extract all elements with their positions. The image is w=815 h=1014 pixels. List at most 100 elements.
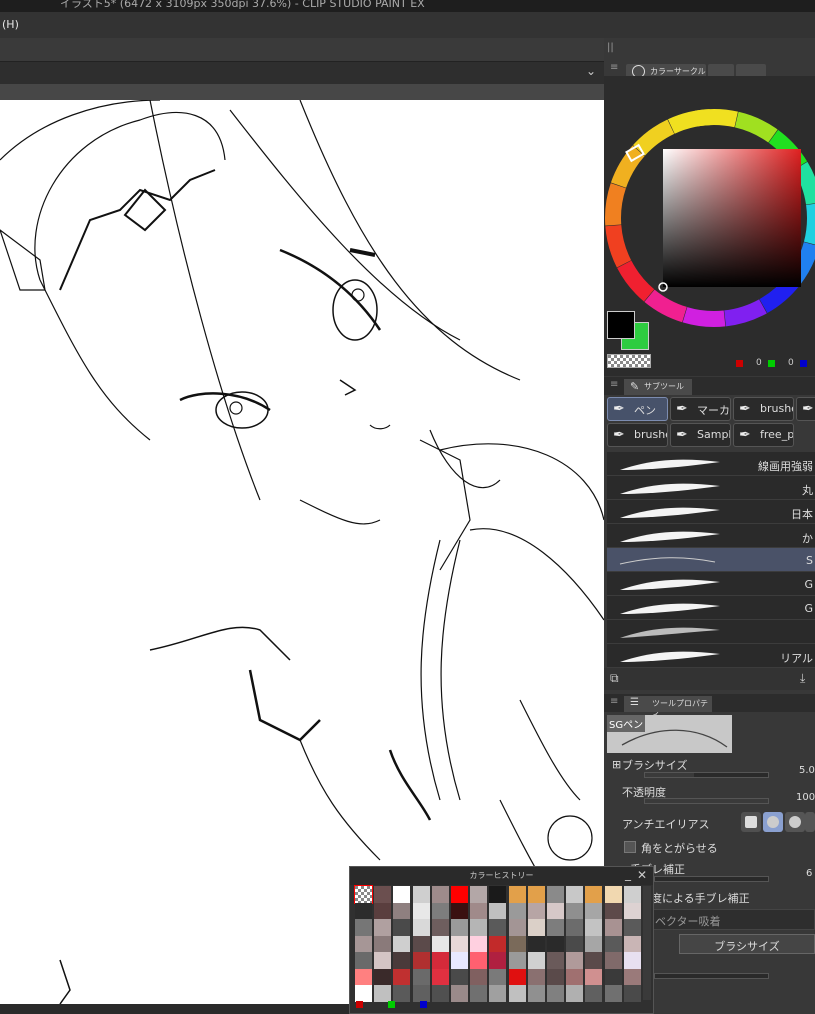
history-color-swatch[interactable] <box>470 935 488 953</box>
history-color-swatch[interactable] <box>489 902 507 920</box>
brush-list-item[interactable]: G <box>607 596 815 620</box>
history-color-swatch[interactable] <box>470 919 488 936</box>
history-color-swatch[interactable] <box>527 886 545 903</box>
brush-list-item[interactable]: 線画用強弱 <box>607 452 815 476</box>
subtool-button[interactable]: ✒ Sample <box>670 423 731 447</box>
history-color-swatch[interactable] <box>451 935 468 953</box>
subtool-button[interactable]: ✒ <box>796 397 815 421</box>
history-color-swatch[interactable] <box>412 902 430 920</box>
history-color-swatch[interactable] <box>412 886 430 903</box>
antialias-none-button[interactable] <box>741 812 761 832</box>
brush-size-slider[interactable] <box>644 772 769 778</box>
history-color-swatch[interactable] <box>508 968 526 986</box>
history-color-swatch[interactable] <box>604 902 622 920</box>
history-color-swatch[interactable] <box>508 902 526 920</box>
history-color-swatch[interactable] <box>566 902 584 920</box>
history-color-swatch[interactable] <box>374 919 392 936</box>
history-color-swatch[interactable] <box>547 902 564 920</box>
history-color-swatch[interactable] <box>604 886 622 903</box>
history-color-swatch[interactable] <box>547 919 564 936</box>
history-color-swatch[interactable] <box>623 985 641 1002</box>
history-color-swatch[interactable] <box>623 902 641 920</box>
brush-list-item[interactable]: G <box>607 572 815 596</box>
history-color-swatch[interactable] <box>355 968 372 986</box>
history-color-swatch[interactable] <box>508 886 526 903</box>
history-color-swatch[interactable] <box>585 919 603 936</box>
history-color-swatch[interactable] <box>604 919 622 936</box>
drag-handle-icon[interactable]: || <box>607 42 614 53</box>
history-color-swatch[interactable] <box>451 952 468 969</box>
history-color-swatch[interactable] <box>470 886 488 903</box>
plus-icon[interactable]: ⊞ <box>612 758 621 771</box>
history-color-swatch[interactable] <box>547 968 564 986</box>
vector-magnet-dropdown[interactable]: ベクター吸着 <box>650 909 815 930</box>
history-color-swatch[interactable] <box>508 985 526 1002</box>
history-color-swatch[interactable] <box>527 985 545 1002</box>
antialias-weak-button[interactable] <box>763 812 783 832</box>
history-color-swatch[interactable] <box>412 952 430 969</box>
history-color-swatch[interactable] <box>431 919 449 936</box>
sharpen-checkbox[interactable] <box>624 841 636 853</box>
brush-list-item[interactable]: 日本 <box>607 500 815 524</box>
panel-menu-icon[interactable]: ≡ <box>610 696 618 707</box>
history-color-swatch[interactable] <box>374 935 392 953</box>
history-color-swatch[interactable] <box>451 919 468 936</box>
history-color-swatch[interactable] <box>604 952 622 969</box>
history-color-swatch[interactable] <box>470 985 488 1002</box>
history-color-swatch[interactable] <box>355 985 372 1002</box>
history-color-swatch[interactable] <box>585 886 603 903</box>
history-color-swatch[interactable] <box>623 935 641 953</box>
close-icon[interactable]: ✕ <box>637 868 647 882</box>
history-color-swatch[interactable] <box>508 935 526 953</box>
history-color-swatch[interactable] <box>489 919 507 936</box>
history-color-swatch[interactable] <box>431 968 449 986</box>
stabilization-slider[interactable] <box>654 876 769 882</box>
history-color-swatch[interactable] <box>412 985 430 1002</box>
history-color-swatch[interactable] <box>489 886 507 903</box>
history-color-swatch[interactable] <box>393 902 411 920</box>
history-color-swatch[interactable] <box>470 902 488 920</box>
history-color-swatch[interactable] <box>566 919 584 936</box>
panel-menu-icon[interactable]: ≡ <box>610 62 618 73</box>
history-color-swatch[interactable] <box>431 935 449 953</box>
history-color-swatch[interactable] <box>508 919 526 936</box>
history-color-swatch[interactable] <box>489 935 507 953</box>
antialias-medium-button[interactable] <box>785 812 805 832</box>
history-color-swatch[interactable] <box>355 935 372 953</box>
history-color-swatch[interactable] <box>547 985 564 1002</box>
history-color-swatch[interactable] <box>585 968 603 986</box>
history-color-swatch[interactable] <box>451 968 468 986</box>
main-color-swatch[interactable] <box>607 311 635 339</box>
history-color-swatch[interactable] <box>585 985 603 1002</box>
opacity-slider[interactable] <box>644 798 769 804</box>
history-color-swatch[interactable] <box>489 952 507 969</box>
subtool-button[interactable]: ✒ マーカー <box>670 397 731 421</box>
history-color-swatch[interactable] <box>585 935 603 953</box>
history-color-swatch[interactable] <box>374 902 392 920</box>
history-color-swatch[interactable] <box>354 885 373 904</box>
brush-list-item[interactable]: か <box>607 524 815 548</box>
extra-slider[interactable] <box>654 973 769 979</box>
history-color-swatch[interactable] <box>527 902 545 920</box>
minimize-icon[interactable]: _ <box>625 867 631 881</box>
history-color-swatch[interactable] <box>412 968 430 986</box>
history-color-swatch[interactable] <box>527 935 545 953</box>
history-color-swatch[interactable] <box>604 985 622 1002</box>
history-color-swatch[interactable] <box>489 985 507 1002</box>
panel-menu-icon[interactable]: ≡ <box>610 379 618 390</box>
history-color-swatch[interactable] <box>374 886 392 903</box>
history-color-swatch[interactable] <box>566 952 584 969</box>
history-color-swatch[interactable] <box>355 902 372 920</box>
antialias-strong-button[interactable] <box>805 812 815 832</box>
history-color-swatch[interactable] <box>393 985 411 1002</box>
history-color-swatch[interactable] <box>431 952 449 969</box>
history-color-swatch[interactable] <box>470 952 488 969</box>
history-color-swatch[interactable] <box>412 935 430 953</box>
menu-help[interactable]: (H) <box>2 18 19 31</box>
brush-size-button[interactable]: ブラシサイズ <box>679 934 815 954</box>
transparent-color-swatch[interactable] <box>607 354 651 368</box>
history-color-swatch[interactable] <box>604 968 622 986</box>
history-color-swatch[interactable] <box>451 985 468 1002</box>
history-color-swatch[interactable] <box>604 935 622 953</box>
history-color-swatch[interactable] <box>431 886 449 903</box>
